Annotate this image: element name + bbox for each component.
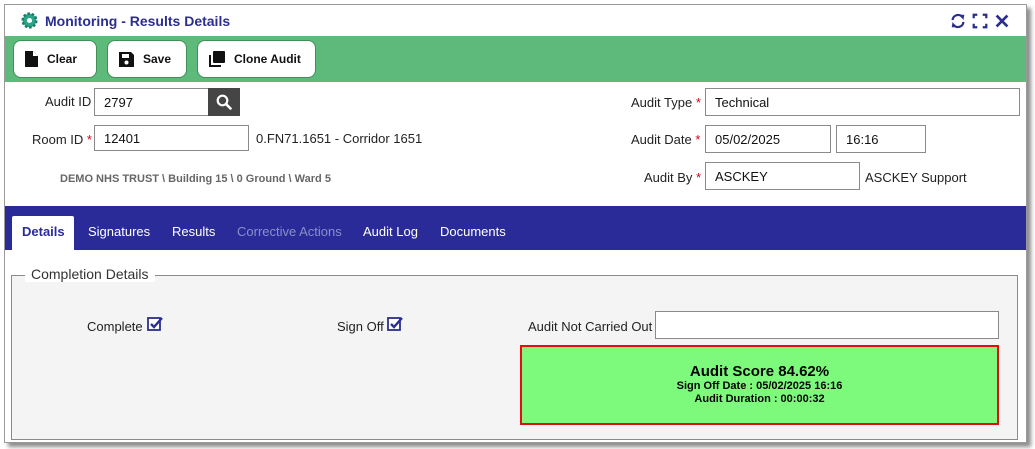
location-path: DEMO NHS TRUST \ Building 15 \ 0 Ground …: [60, 173, 331, 185]
completion-details-legend: Completion Details: [25, 266, 155, 282]
tab-bar: Details Signatures Results Corrective Ac…: [5, 206, 1026, 250]
tab-signatures[interactable]: Signatures: [78, 216, 160, 250]
complete-label: Complete: [87, 319, 143, 334]
clone-audit-button[interactable]: Clone Audit: [198, 41, 315, 77]
room-id-input[interactable]: [94, 125, 249, 151]
audit-by-name: ASCKEY Support: [865, 170, 967, 185]
sign-off-label: Sign Off: [337, 319, 384, 334]
audit-not-carried-out-label: Audit Not Carried Out: [528, 319, 653, 334]
tab-results[interactable]: Results: [162, 216, 225, 250]
audit-time-input[interactable]: [836, 125, 926, 153]
details-panel: Completion Details Complete Sign Off Aud…: [5, 250, 1026, 442]
results-details-window: Monitoring - Results Details Clear Save …: [4, 4, 1027, 443]
audit-id-label: Audit ID: [45, 94, 92, 109]
search-icon: [216, 94, 232, 110]
required-marker: *: [86, 132, 92, 147]
floppy-disk-icon: [119, 51, 134, 67]
audit-date-label-text: Audit Date: [631, 132, 692, 147]
toolbar: Clear Save Clone Audit: [5, 36, 1026, 82]
refresh-icon[interactable]: [949, 12, 967, 30]
title-bar: Monitoring - Results Details: [5, 5, 1026, 36]
audit-by-label-text: Audit By: [644, 170, 693, 185]
audit-by-input[interactable]: [705, 162, 860, 190]
room-id-label: Room ID *: [32, 132, 92, 147]
file-icon: [25, 51, 38, 67]
audit-date-label: Audit Date *: [631, 132, 700, 147]
audit-type-input[interactable]: [705, 88, 1020, 116]
audit-id-input[interactable]: [94, 88, 209, 116]
window-title: Monitoring - Results Details: [45, 13, 231, 29]
search-button[interactable]: [208, 88, 240, 116]
clone-audit-button-label: Clone Audit: [234, 52, 301, 66]
audit-score: Audit Score 84.62%: [689, 363, 830, 380]
save-button-label: Save: [143, 52, 172, 66]
expand-icon[interactable]: [971, 12, 989, 30]
required-marker: *: [695, 95, 701, 110]
clear-button[interactable]: Clear: [14, 41, 96, 77]
audit-type-label: Audit Type *: [631, 95, 701, 110]
room-description: 0.FN71.1651 - Corridor 1651: [256, 131, 423, 146]
audit-by-label: Audit By *: [644, 170, 701, 185]
audit-score-panel: Audit Score 84.62% Sign Off Date : 05/02…: [520, 345, 999, 425]
audit-not-carried-out-input[interactable]: [655, 311, 999, 339]
save-button[interactable]: Save: [108, 41, 186, 77]
required-marker: *: [696, 170, 702, 185]
close-icon[interactable]: [993, 12, 1011, 30]
audit-duration: Audit Duration : 00:00:32: [694, 393, 825, 405]
complete-checkbox[interactable]: [147, 316, 163, 332]
room-id-label-text: Room ID: [32, 132, 84, 147]
tab-audit-log[interactable]: Audit Log: [353, 216, 428, 250]
app-gear-icon: [21, 12, 38, 29]
sign-off-date: Sign Off Date : 05/02/2025 16:16: [676, 380, 843, 392]
tab-corrective-actions: Corrective Actions: [237, 224, 342, 239]
audit-date-input[interactable]: [705, 125, 831, 153]
clear-button-label: Clear: [47, 52, 78, 66]
sign-off-checkbox[interactable]: [387, 316, 403, 332]
clone-icon: [209, 51, 225, 67]
required-marker: *: [695, 132, 701, 147]
audit-type-label-text: Audit Type: [631, 95, 693, 110]
tab-details[interactable]: Details: [12, 216, 74, 250]
tab-documents[interactable]: Documents: [430, 216, 516, 250]
